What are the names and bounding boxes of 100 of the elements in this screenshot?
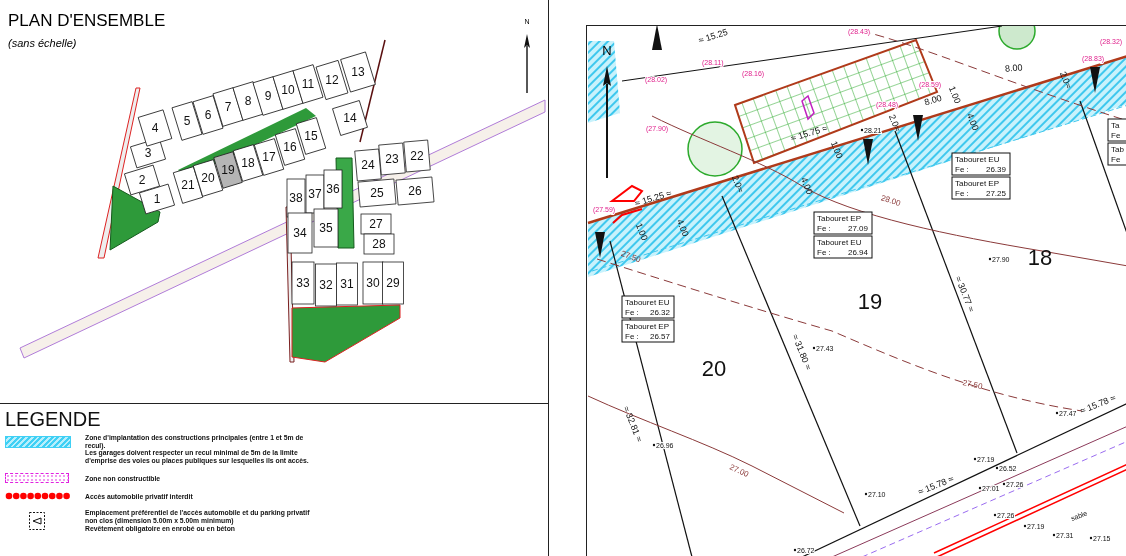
- lot-number: 24: [361, 158, 375, 172]
- lot-number: 4: [151, 121, 159, 135]
- lot-number: 15: [304, 129, 318, 143]
- manhole-label-box: [813, 235, 873, 259]
- tree-drawing: [998, 25, 1036, 50]
- manhole-type: Tabouret EU: [955, 155, 1000, 164]
- dimension-label: ≈ 30.77 ≈: [953, 274, 977, 314]
- spot-height-icon: [973, 457, 977, 461]
- dimension-label: ≈ 15.78 ≈: [1078, 392, 1118, 416]
- dimension-label: ≈ 15.25: [697, 26, 729, 46]
- spot-height-icon: [793, 548, 797, 552]
- spot-height-icon: [1089, 536, 1093, 540]
- manhole-label-box: [1107, 118, 1126, 142]
- invert-level-value: 26.57: [649, 332, 670, 341]
- lot-number: 11: [301, 77, 315, 91]
- invert-level-label: Fe :: [955, 165, 969, 174]
- invert-level-label: Fe :: [817, 248, 831, 257]
- lot-number: 16: [283, 140, 297, 154]
- lot-number: 36: [326, 182, 340, 196]
- spot-height-icon: [864, 492, 868, 496]
- spot-height-icon: [860, 128, 864, 132]
- north-label: N: [602, 43, 612, 58]
- dimension-label: ≈ 15.78 ≈: [916, 473, 956, 497]
- spot-height-icon: [812, 346, 816, 350]
- contour-label: 28.00: [879, 193, 902, 208]
- lot-number: 18: [241, 156, 255, 170]
- lot-number: 38: [289, 191, 303, 205]
- plan-title: PLAN D'ENSEMBLE: [8, 11, 166, 30]
- lot-number: 34: [293, 226, 307, 240]
- dimension-label: ≈ 32.81 ≈: [621, 404, 645, 444]
- lot-number: 18: [1027, 245, 1053, 270]
- lot-number: 17: [262, 150, 276, 164]
- dimension-label: 8.00: [923, 92, 943, 108]
- car-drawing: [801, 94, 815, 121]
- manhole-type: Tabouret EU: [817, 238, 862, 247]
- lot-number: 3: [144, 146, 152, 160]
- lot-number: 8: [244, 94, 252, 108]
- non-buildable-zone-swatch: [5, 473, 69, 484]
- lot-number: 1: [153, 192, 161, 206]
- lot-number: 12: [325, 73, 339, 87]
- lot-number: 33: [296, 276, 310, 290]
- lot-number: 2: [138, 173, 146, 187]
- manhole-type: Tabouret EP: [625, 322, 670, 331]
- contour-label: 27.00: [728, 462, 751, 480]
- lot-number: 35: [319, 221, 333, 235]
- manhole-type: Tabouret EP: [817, 214, 862, 223]
- invert-level-label: Fe :: [625, 308, 639, 317]
- dimension-label: 2.0≈: [729, 173, 746, 194]
- manhole-type: Tab: [1111, 145, 1124, 154]
- lot-number: 20: [701, 356, 727, 381]
- contour-label: 27.50: [961, 378, 984, 392]
- invert-level-label: Fe :: [955, 189, 969, 198]
- lot-number: 20: [201, 171, 215, 185]
- manhole-label-box: [951, 152, 1011, 176]
- landscaped-area: [109, 185, 161, 251]
- invert-level-value: 26.32: [649, 308, 670, 317]
- spot-height-icon: [1023, 524, 1027, 528]
- contour-label: 27.50: [619, 249, 642, 265]
- lot-number: 19: [221, 163, 235, 177]
- dimension-label: 1.00: [633, 221, 650, 242]
- tree-drawing: [687, 121, 743, 177]
- spot-height-icon: [995, 466, 999, 470]
- lot-number: 31: [340, 277, 354, 291]
- lot-number: 27: [369, 217, 383, 231]
- manhole-label-box: [621, 295, 675, 319]
- legend-title: LEGENDE: [5, 408, 102, 430]
- dimension-label: 2.0≈: [886, 112, 903, 133]
- spot-height-icon: [978, 486, 982, 490]
- invert-level-label: Fe :: [625, 332, 639, 341]
- dimension-label: 2.0≈: [1057, 69, 1074, 90]
- lot-number: 7: [224, 100, 232, 114]
- lot-number: 5: [183, 114, 191, 128]
- lot-number: 28: [372, 237, 386, 251]
- dimension-label: 4.00: [964, 111, 981, 132]
- spot-height-icon: [1052, 533, 1056, 537]
- manhole-type: Ta: [1111, 121, 1120, 130]
- triangle-marker-icon: [1090, 67, 1100, 93]
- dimension-label: ≈ 15.75 ≈: [789, 122, 829, 144]
- dimension-label: 8.00: [1004, 62, 1023, 74]
- lot-number: 30: [366, 276, 380, 290]
- plan-subtitle: (sans échelle): [8, 37, 77, 49]
- setback-zone-swatch: [5, 436, 71, 449]
- invert-level-label: Fe: [1111, 155, 1121, 164]
- dimension-label: ≈ 31.80 ≈: [790, 332, 814, 372]
- invert-level-label: Fe: [1111, 131, 1121, 140]
- triangle-marker-icon: [652, 25, 662, 50]
- manhole-label-box: [951, 176, 1011, 200]
- lot-number: 29: [386, 276, 400, 290]
- spot-height-icon: [988, 257, 992, 261]
- dotted-line-icon: [5, 492, 71, 501]
- triangle-marker-icon: [913, 115, 923, 141]
- invert-level-value: 26.39: [985, 165, 1006, 174]
- invert-level-label: Fe :: [817, 224, 831, 233]
- spot-height-icon: [1055, 411, 1059, 415]
- lot-number: 6: [204, 108, 212, 122]
- invert-level-value: 27.25: [985, 189, 1006, 198]
- dimension-label: 1.00: [946, 84, 963, 105]
- lot-number: 21: [181, 178, 195, 192]
- north-arrow-icon: [603, 66, 611, 178]
- north-arrow-icon: [524, 34, 530, 93]
